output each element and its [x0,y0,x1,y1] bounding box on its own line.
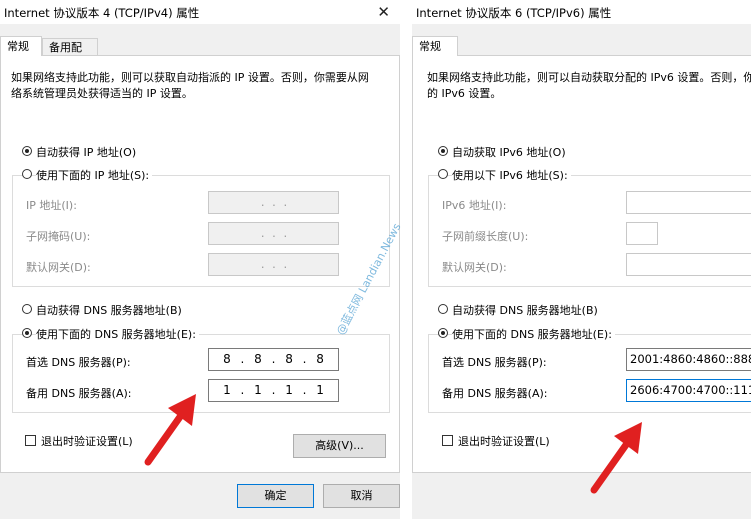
ipv6-gateway-field[interactable] [626,253,751,276]
manual-ipv6-label[interactable]: 使用以下 IPv6 地址(S): [452,167,571,183]
ip-address-label: IP 地址(I): [26,199,77,212]
ipv4-description: 如果网络支持此功能，则可以获取自动指派的 IP 设置。否则，你需要从网 络系统管… [11,70,369,102]
auto-ip-radio[interactable] [22,146,32,156]
ipv6-description: 如果网络支持此功能，则可以自动获取分配的 IPv6 设置。否则，你 的 IPv6… [427,70,751,102]
validate-ipv6-label[interactable]: 退出时验证设置(L) [458,433,550,449]
ipv4-window-title: Internet 协议版本 4 (TCP/IPv4) 属性 [4,6,200,20]
tab-general[interactable]: 常规 [0,36,42,56]
alternate-dns-field[interactable]: 1 . 1 . 1 . 1 [208,379,339,402]
alternate-dns-label: 备用 DNS 服务器(A): [26,387,132,400]
manual-dns-ipv6-radio[interactable] [438,328,448,338]
manual-dns-radio[interactable] [22,328,32,338]
ipv6-description-line-2: 的 IPv6 设置。 [427,87,502,100]
cancel-button[interactable]: 取消 [323,484,400,508]
preferred-dns-ipv6-label: 首选 DNS 服务器(P): [442,356,547,369]
manual-dns-label[interactable]: 使用下面的 DNS 服务器地址(E): [36,326,199,342]
preferred-dns-ipv6-field[interactable]: 2001:4860:4860::8888 [626,348,751,371]
auto-dns-ipv6-radio[interactable] [438,304,448,314]
auto-dns-label[interactable]: 自动获得 DNS 服务器地址(B) [36,302,182,318]
ipv6-description-line-1: 如果网络支持此功能，则可以自动获取分配的 IPv6 设置。否则，你 [427,71,751,84]
ipv6-general-panel: 如果网络支持此功能，则可以自动获取分配的 IPv6 设置。否则，你 的 IPv6… [412,55,751,473]
tab-general-ipv6[interactable]: 常规 [412,36,458,56]
auto-ip-label[interactable]: 自动获得 IP 地址(O) [36,144,136,160]
ip-address-field[interactable]: . . . [208,191,339,214]
advanced-button[interactable]: 高级(V)... [293,434,386,458]
validate-label[interactable]: 退出时验证设置(L) [41,433,133,449]
ipv4-properties-window: Internet 协议版本 4 (TCP/IPv4) 属性 ✕ 常规 备用配置 … [0,0,400,519]
ipv4-titlebar: Internet 协议版本 4 (TCP/IPv4) 属性 ✕ [0,0,400,24]
subnet-mask-label: 子网掩码(U): [26,230,91,243]
red-arrow-icon-ipv6 [590,422,642,494]
default-gateway-label: 默认网关(D): [26,261,91,274]
close-icon[interactable]: ✕ [377,3,390,21]
red-arrow-icon [144,394,196,466]
alternate-dns-ipv6-field[interactable]: 2606:4700:4700::1111 [626,379,751,402]
arrow-head [168,394,196,426]
validate-ipv6-checkbox[interactable] [442,435,453,446]
auto-dns-radio[interactable] [22,304,32,314]
preferred-dns-label: 首选 DNS 服务器(P): [26,356,131,369]
default-gateway-field[interactable]: . . . [208,253,339,276]
alternate-dns-ipv6-label: 备用 DNS 服务器(A): [442,387,548,400]
ipv6-properties-window: Internet 协议版本 6 (TCP/IPv6) 属性 常规 如果网络支持此… [412,0,751,519]
ipv6-address-label: IPv6 地址(I): [442,199,507,212]
auto-ipv6-label[interactable]: 自动获取 IPv6 地址(O) [452,144,566,160]
auto-dns-ipv6-label[interactable]: 自动获得 DNS 服务器地址(B) [452,302,598,318]
tab-alternate-config[interactable]: 备用配置 [42,38,98,72]
manual-dns-ipv6-label[interactable]: 使用下面的 DNS 服务器地址(E): [452,326,615,342]
description-line-2: 络系统管理员处获得适当的 IP 设置。 [11,87,193,100]
preferred-dns-field[interactable]: 8 . 8 . 8 . 8 [208,348,339,371]
arrow-head-ipv6 [614,422,642,454]
manual-ip-radio[interactable] [22,169,32,179]
auto-ipv6-radio[interactable] [438,146,448,156]
ipv6-address-field[interactable] [626,191,751,214]
ipv6-titlebar: Internet 协议版本 6 (TCP/IPv6) 属性 [412,0,751,24]
validate-checkbox[interactable] [25,435,36,446]
description-line-1: 如果网络支持此功能，则可以获取自动指派的 IP 设置。否则，你需要从网 [11,71,369,84]
ipv6-gateway-label: 默认网关(D): [442,261,507,274]
arrow-shaft-ipv6 [590,438,632,494]
ipv6-window-title: Internet 协议版本 6 (TCP/IPv6) 属性 [416,6,612,20]
manual-ip-label[interactable]: 使用下面的 IP 地址(S): [36,167,153,183]
arrow-shaft [144,410,186,466]
ok-button[interactable]: 确定 [237,484,314,508]
prefix-length-label: 子网前缀长度(U): [442,230,529,243]
subnet-mask-field[interactable]: . . . [208,222,339,245]
manual-ipv6-radio[interactable] [438,169,448,179]
prefix-length-field[interactable] [626,222,658,245]
